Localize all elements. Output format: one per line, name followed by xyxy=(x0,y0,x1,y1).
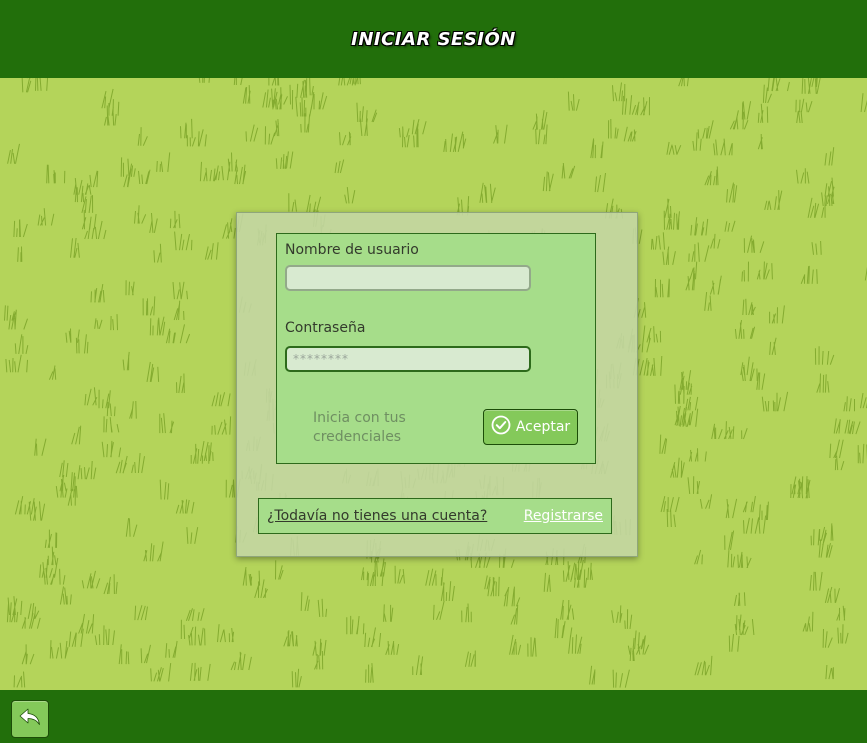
header-bar: INICIAR SESIÓN xyxy=(0,0,867,78)
accept-button[interactable]: Aceptar xyxy=(483,409,578,445)
check-circle-icon xyxy=(491,415,511,439)
footer-bar xyxy=(0,690,867,743)
password-field[interactable] xyxy=(285,346,531,372)
accept-label: Aceptar xyxy=(515,419,571,435)
password-label: Contraseña xyxy=(285,320,366,336)
username-field[interactable] xyxy=(285,265,531,291)
register-bar: ¿Todavía no tienes una cuenta? Registrar… xyxy=(258,498,612,534)
login-card: Nombre de usuario Contraseña Inicia con … xyxy=(236,212,638,557)
register-link[interactable]: Registrarse xyxy=(524,508,603,524)
login-hint: Inicia con tus credenciales xyxy=(313,410,406,445)
back-button[interactable] xyxy=(11,700,49,738)
login-form: Nombre de usuario Contraseña Inicia con … xyxy=(276,233,596,464)
username-label: Nombre de usuario xyxy=(285,242,419,258)
back-arrow-icon xyxy=(19,708,41,730)
page-title: INICIAR SESIÓN xyxy=(351,28,516,50)
register-question: ¿Todavía no tienes una cuenta? xyxy=(267,508,488,524)
